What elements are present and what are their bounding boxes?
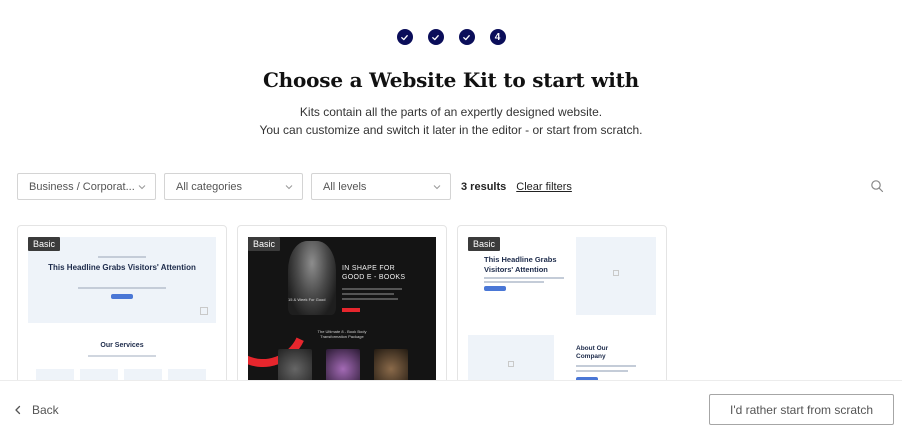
subtitle-line-2: You can customize and switch it later in… [259, 123, 643, 137]
preview-text-line [342, 293, 394, 295]
preview-headline: IN SHAPE FOR GOOD E - BOOKS [342, 265, 406, 281]
check-icon [463, 34, 470, 40]
level-filter-value: All levels [323, 180, 367, 193]
stepper: 4 [0, 29, 902, 45]
kit-level-badge: Basic [248, 237, 281, 251]
preview-button [111, 294, 133, 299]
kit-preview: This Headline Grabs Visitors' Attention … [468, 237, 656, 394]
results-count: 3 results [461, 180, 507, 193]
kit-level-badge: Basic [468, 237, 501, 251]
check-icon [432, 34, 439, 40]
check-icon [401, 34, 408, 40]
image-placeholder-icon [613, 270, 619, 276]
kit-chooser-page: 4 Choose a Website Kit to start with Kit… [0, 0, 902, 437]
preview-eyebrow [98, 256, 146, 258]
page-subtitle: Kits contain all the parts of an expertl… [0, 103, 902, 139]
preview-text-line [342, 298, 398, 300]
step-3-complete [458, 29, 475, 45]
preview-section-title: Our Services [100, 342, 144, 349]
preview-button [342, 308, 360, 312]
level-filter-select[interactable]: All levels [311, 173, 451, 200]
step-2-complete [427, 29, 444, 45]
image-placeholder-icon [200, 307, 208, 315]
kit-card-1[interactable]: Basic This Headline Grabs Visitors' Atte… [17, 225, 227, 395]
chevron-left-icon [15, 405, 21, 415]
preview-text-line [576, 365, 636, 367]
preview-text-line [484, 281, 544, 283]
kit-level-badge: Basic [28, 237, 61, 251]
preview-text-line [342, 288, 402, 290]
preview-text-line [576, 370, 628, 372]
category-filter-select[interactable]: All categories [164, 173, 303, 200]
category-filter-value: All categories [176, 180, 243, 193]
chevron-down-icon [433, 184, 441, 189]
page-title: Choose a Website Kit to start with [262, 68, 640, 92]
subtitle-line-1: Kits contain all the parts of an expertl… [299, 105, 603, 119]
preview-text-line [484, 277, 564, 279]
preview-text-line [78, 287, 166, 289]
image-placeholder-icon [508, 361, 514, 367]
kit-card-3[interactable]: Basic This Headline Grabs Visitors' Atte… [457, 225, 667, 395]
kit-preview: This Headline Grabs Visitors' Attention … [28, 237, 216, 394]
start-from-scratch-button[interactable]: I'd rather start from scratch [709, 394, 894, 425]
search-icon[interactable] [870, 179, 884, 193]
type-filter-select[interactable]: Business / Corporat... [17, 173, 156, 200]
preview-athlete-image [288, 241, 336, 315]
type-filter-value: Business / Corporat... [29, 180, 135, 193]
filter-bar: Business / Corporat... All categories Al… [17, 173, 572, 200]
chevron-down-icon [138, 184, 146, 189]
preview-text-line [88, 355, 156, 357]
step-4-current: 4 [489, 29, 506, 45]
preview-button [484, 286, 506, 291]
kit-card-2[interactable]: Basic 15 & Week For Good IN SHAPE FOR GO… [237, 225, 447, 395]
step-1-complete [396, 29, 413, 45]
back-label: Back [32, 403, 59, 417]
chevron-down-icon [285, 184, 293, 189]
preview-figure-caption: 15 & Week For Good [288, 297, 326, 302]
preview-section-title: About Our Company [576, 345, 609, 360]
back-button[interactable]: Back [13, 403, 59, 417]
preview-headline: This Headline Grabs Visitors' Attention [484, 255, 557, 274]
preview-section-title: The Ultimate 8 - Book Body Transformatio… [317, 329, 367, 339]
clear-filters-link[interactable]: Clear filters [516, 181, 572, 193]
preview-headline: This Headline Grabs Visitors' Attention [48, 263, 196, 272]
kit-preview: 15 & Week For Good IN SHAPE FOR GOOD E -… [248, 237, 436, 394]
preview-image-box [576, 237, 656, 315]
